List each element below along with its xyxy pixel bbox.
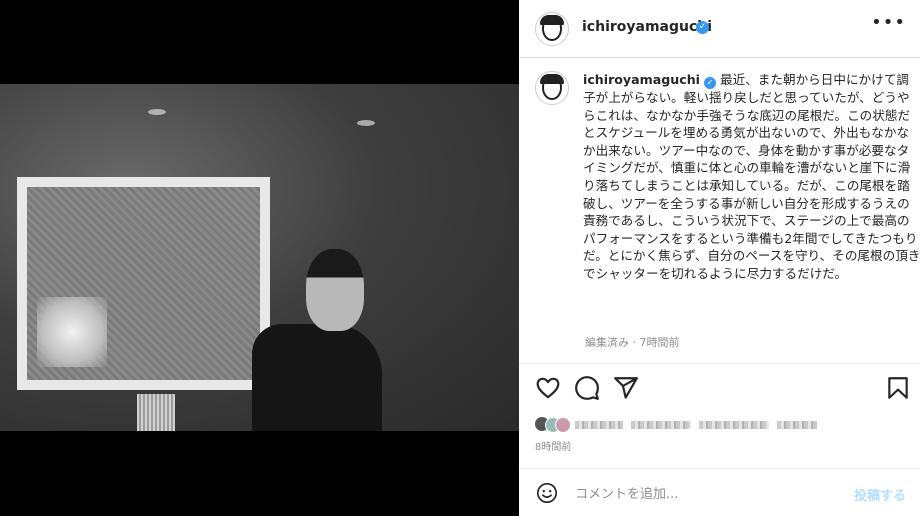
person-head: [306, 249, 364, 331]
post-photo: [0, 84, 519, 431]
likes-summary[interactable]: [535, 415, 825, 433]
liker-avatar: [555, 417, 571, 433]
ceiling-light: [148, 109, 166, 115]
heart-icon[interactable]: [535, 375, 561, 401]
redacted-text: [699, 421, 769, 429]
caption-text: 最近、また朝から日中にかけて調子が上がらない。軽い揺り戻しだと思っていたが、どう…: [583, 72, 920, 281]
redacted-text: [777, 421, 817, 429]
avatar[interactable]: [535, 12, 569, 46]
person-body: [252, 324, 382, 431]
ceiling-light: [357, 120, 375, 126]
share-icon[interactable]: [613, 375, 639, 401]
redacted-text: [631, 421, 691, 429]
caption-text-block: ichiroyamaguchi ✓ 最近、また朝から日中にかけて調子が上がらない…: [583, 71, 920, 283]
artwork-reflection: [37, 297, 107, 367]
post-sidebar: ichiroyamaguchi ✓ ••• ichiroyamaguchi ✓ …: [519, 0, 920, 516]
caption-meta: 編集済み · 7時間前: [585, 336, 680, 349]
post-comment-button[interactable]: 投稿する: [854, 485, 906, 504]
header-username[interactable]: ichiroyamaguchi: [582, 19, 712, 35]
post-media[interactable]: [0, 0, 519, 516]
comment-icon[interactable]: [574, 375, 600, 401]
more-options-icon[interactable]: •••: [871, 12, 906, 33]
verified-badge-icon: ✓: [704, 77, 716, 89]
caption-username[interactable]: ichiroyamaguchi: [583, 72, 700, 87]
comment-box: 投稿する: [519, 468, 920, 517]
verified-badge-icon: ✓: [696, 21, 709, 34]
post-time[interactable]: 8時間前: [535, 438, 571, 453]
bookmark-icon[interactable]: [885, 375, 911, 401]
cabinet: [137, 394, 175, 431]
caption-avatar[interactable]: [535, 71, 569, 105]
redacted-text: [575, 421, 623, 429]
post-header: ichiroyamaguchi ✓ •••: [519, 0, 920, 58]
caption: ichiroyamaguchi ✓ 最近、また朝から日中にかけて調子が上がらない…: [535, 71, 920, 346]
emoji-icon[interactable]: [536, 482, 558, 504]
comment-input[interactable]: [573, 483, 827, 505]
avatar-hair: [540, 15, 564, 25]
framed-artwork: [17, 177, 270, 390]
action-bar: [519, 363, 920, 412]
avatar-hair: [540, 74, 564, 84]
